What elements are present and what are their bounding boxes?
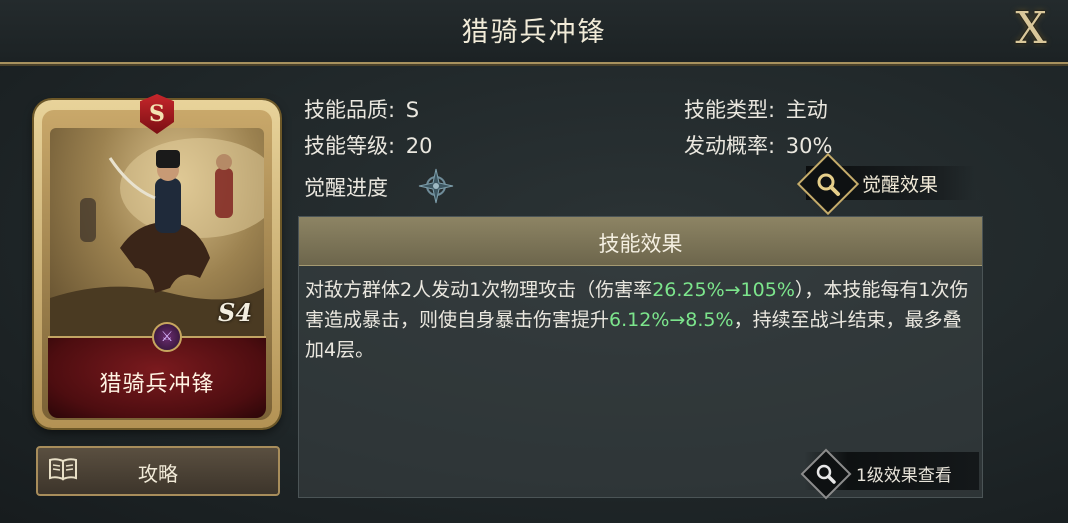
- awaken-progress-label: 觉醒进度: [304, 176, 388, 200]
- card-name: 猎骑兵冲锋: [99, 372, 215, 397]
- quality-value: S: [405, 98, 420, 122]
- effect-damage-rate: 26.25%→105%: [652, 279, 795, 301]
- effect-text-1: 对敌方群体2人发动1次物理攻击（伤害率: [305, 279, 653, 301]
- window-title: 猎骑兵冲锋: [461, 17, 607, 48]
- season-mark: S4: [218, 298, 253, 327]
- guide-button[interactable]: 攻略: [36, 446, 280, 496]
- skill-rate: 发动概率: 30%: [684, 130, 832, 160]
- guide-label: 攻略: [138, 462, 178, 486]
- quality-label: 技能品质:: [304, 98, 396, 122]
- awaken-button-frame: [796, 152, 860, 216]
- skill-effect-title: 技能效果: [598, 232, 683, 256]
- level-value: 20: [405, 134, 433, 158]
- close-icon: X: [1015, 3, 1047, 54]
- card-frame: 猎骑兵冲锋 S4 ⚔: [42, 110, 272, 420]
- title-bar: 猎骑兵冲锋 X: [0, 0, 1068, 64]
- magnifier-icon: [813, 169, 843, 199]
- skill-card: 猎骑兵冲锋 S4 ⚔ S: [34, 94, 280, 428]
- level-effect-label: 1级效果查看: [856, 466, 952, 486]
- effect-crit-bonus: 6.12%→8.5%: [609, 309, 734, 331]
- type-value: 主动: [785, 98, 828, 122]
- awaken-effect-button[interactable]: 觉醒效果: [796, 152, 976, 216]
- awaken-effect-label: 觉醒效果: [862, 174, 939, 196]
- grade-letter: S: [149, 101, 165, 127]
- skill-level: 技能等级: 20: [304, 130, 433, 160]
- close-button[interactable]: X: [1008, 6, 1054, 52]
- swords-icon: ⚔: [152, 322, 182, 352]
- type-label: 技能类型:: [684, 98, 776, 122]
- skill-effect-description: 对敌方群体2人发动1次物理攻击（伤害率26.25%→105%），本技能每有1次伤…: [305, 275, 977, 365]
- rate-label: 发动概率:: [684, 134, 776, 158]
- skill-type: 技能类型: 主动: [684, 94, 828, 124]
- skill-effect-header: 技能效果: [299, 217, 982, 266]
- skill-quality: 技能品质: S: [304, 94, 419, 124]
- level-effect-view-button[interactable]: 1级效果查看: [800, 448, 979, 500]
- awaken-progress-icon: [418, 168, 454, 204]
- magnifier-icon: [814, 462, 838, 486]
- awaken-progress: 觉醒进度: [304, 172, 388, 202]
- level-label: 技能等级:: [304, 134, 396, 158]
